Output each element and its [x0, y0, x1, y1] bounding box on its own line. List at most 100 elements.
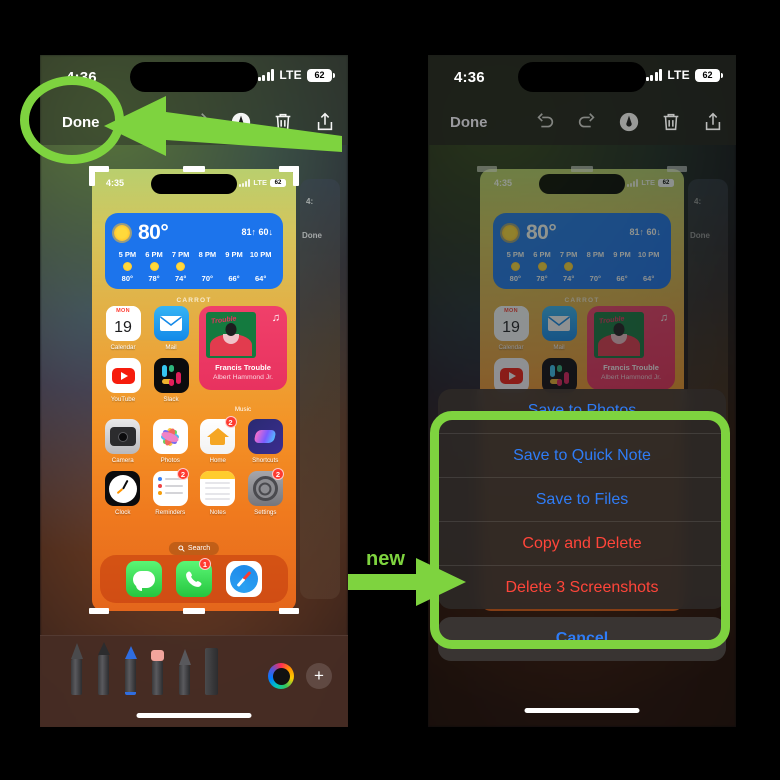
preview-status-indicators: LTE 62 [239, 178, 286, 187]
crop-handle-bl[interactable] [89, 608, 109, 614]
redo-icon[interactable] [188, 111, 210, 133]
app-label: Settings [254, 509, 277, 516]
hour-temp: 80° [509, 274, 521, 283]
app-grid: MON 19 Calendar Mail [103, 306, 287, 523]
markup-pen-icon[interactable] [230, 111, 252, 133]
app-calendar[interactable]: MON 19 Calendar [491, 306, 531, 351]
dynamic-island [518, 62, 646, 92]
app-reminders[interactable]: 2 Reminders [151, 468, 191, 516]
moon-icon [618, 262, 627, 271]
hour-temp: 74° [563, 274, 575, 283]
hour-temp: 80° [121, 274, 133, 283]
app-settings[interactable]: 2 Settings [246, 468, 286, 516]
undo-icon[interactable] [146, 111, 168, 133]
eraser-tool[interactable] [151, 650, 164, 695]
camera-icon [105, 419, 141, 454]
color-wheel-button[interactable] [268, 663, 294, 689]
weather-widget[interactable]: 80° 81↑ 60↓ 5 PM 80° 6 PM 78° 7 PM 74° 8 PM… [493, 213, 671, 289]
app-safari[interactable] [226, 561, 262, 597]
lasso-tool[interactable] [178, 649, 191, 695]
forecast-hour: 7 PM 74° [555, 250, 582, 283]
app-slack[interactable]: Slack [151, 358, 191, 403]
status-bar-right: 4:36 LTE 62 [428, 55, 736, 99]
app-photos[interactable]: Photos [151, 419, 191, 464]
music-note-icon: ♫ [271, 312, 280, 324]
app-label: Calendar [110, 344, 136, 351]
share-icon[interactable] [702, 111, 724, 133]
markup-pen-icon[interactable] [618, 111, 640, 133]
redo-icon[interactable] [576, 111, 598, 133]
album-artwork: Trouble [206, 312, 256, 358]
screenshot-canvas: 4:36 LTE 62 Done 4: Done 4:35 LTE 62 80°… [0, 0, 780, 780]
badge-count: 1 [199, 558, 211, 570]
done-button[interactable]: Done [450, 114, 488, 131]
pen-tool[interactable] [70, 643, 83, 695]
music-widget[interactable]: Trouble ♫ Francis Trouble Albert Hammond… [587, 306, 675, 390]
forecast-hour: 7 PM 74° [167, 250, 194, 283]
app-calendar[interactable]: MON 19 Calendar [103, 306, 143, 351]
next-screenshot-peek[interactable]: 4: Done [300, 179, 340, 599]
action-save-to-files[interactable]: Save to Files [438, 477, 726, 521]
app-shortcuts[interactable]: Shortcuts [246, 419, 286, 464]
trash-icon[interactable] [272, 111, 294, 133]
crop-handle-top[interactable] [571, 166, 593, 172]
preview-battery-icon: 62 [270, 178, 286, 187]
music-widget-label: Music [234, 406, 252, 413]
home-indicator[interactable] [136, 713, 252, 718]
app-phone[interactable]: 1 [176, 558, 212, 597]
app-mail[interactable]: Mail [151, 306, 191, 351]
action-copy-and-delete[interactable]: Copy and Delete [438, 521, 726, 565]
screenshot-stack-left[interactable]: 4: Done 4:35 LTE 62 80° 81↑ 60↓ 5 PM 80°… [89, 166, 340, 614]
app-home[interactable]: 2 Home [198, 416, 238, 464]
crop-handle-top[interactable] [183, 166, 205, 172]
hour-label: 9 PM [613, 250, 631, 259]
moon-icon [230, 262, 239, 271]
app-camera[interactable]: Camera [103, 419, 143, 464]
action-delete-screenshots[interactable]: Delete 3 Screenshots [438, 565, 726, 609]
add-tool-button[interactable]: + [306, 663, 332, 689]
hour-temp: 74° [175, 274, 187, 283]
preview-carrier: LTE [253, 178, 267, 187]
preview-dynamic-island [151, 174, 237, 194]
crop-handle-tr[interactable] [667, 166, 687, 172]
preview-time: 4:35 [494, 178, 513, 188]
cancel-button[interactable]: Cancel [438, 617, 726, 661]
crop-handle-tl2[interactable] [89, 166, 95, 186]
marker-tool[interactable] [97, 642, 110, 695]
weather-widget[interactable]: 80° 81↑ 60↓ 5 PM 80° 6 PM 78° 7 PM 74° 8 PM… [105, 213, 283, 289]
home-indicator[interactable] [524, 708, 640, 713]
ruler-tool[interactable] [205, 648, 218, 695]
forecast-hour: 10 PM 64° [635, 250, 662, 283]
app-clock[interactable]: Clock [103, 471, 143, 516]
preview-carrier: LTE [641, 178, 655, 187]
app-messages[interactable] [126, 561, 162, 597]
search-button[interactable]: Search [168, 542, 220, 555]
music-widget[interactable]: Trouble ♫ Francis Trouble Albert Hammond… [199, 306, 287, 390]
app-notes[interactable]: Notes [198, 471, 238, 516]
preview-dynamic-island [539, 174, 625, 194]
app-youtube[interactable]: YouTube [103, 358, 143, 403]
action-save-to-photos[interactable]: Save to Photos [438, 389, 726, 433]
share-icon[interactable] [314, 111, 336, 133]
app-mail[interactable]: Mail [539, 306, 579, 351]
hour-label: 9 PM [225, 250, 243, 259]
screenshot-image[interactable]: 4:35 LTE 62 80° 81↑ 60↓ 5 PM 80° 6 PM 78… [92, 169, 296, 611]
pencil-tool[interactable] [124, 646, 137, 695]
done-button[interactable]: Done [62, 114, 100, 131]
undo-icon[interactable] [534, 111, 556, 133]
crop-handle-tl[interactable] [477, 166, 497, 172]
youtube-icon [493, 358, 529, 393]
moon-icon [203, 262, 212, 271]
action-save-to-quick-note[interactable]: Save to Quick Note [438, 433, 726, 477]
widget-source-label: CARROT [564, 297, 600, 304]
status-time: 4:36 [454, 69, 485, 86]
hour-temp: 70° [589, 274, 602, 283]
app-row: YouTube [103, 358, 191, 403]
sun-icon [114, 225, 130, 241]
trash-icon[interactable] [660, 111, 682, 133]
crop-handle-br[interactable] [279, 608, 299, 614]
photos-icon [152, 419, 188, 454]
crop-handle-bottom[interactable] [183, 608, 205, 614]
sun-icon [176, 262, 186, 271]
crop-handle-tr2[interactable] [293, 166, 299, 186]
